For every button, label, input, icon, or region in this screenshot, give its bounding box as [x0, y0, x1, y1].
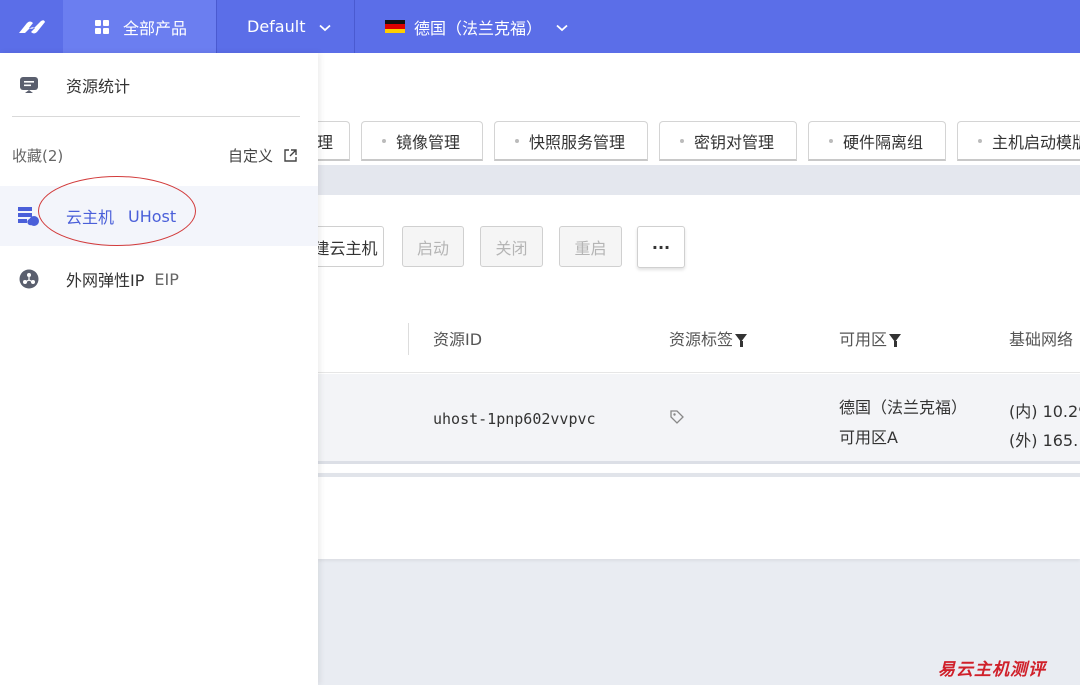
- tab-isolation-group[interactable]: 硬件隔离组: [808, 121, 946, 161]
- region-label: 德国（法兰克福）: [414, 18, 543, 38]
- logo-icon[interactable]: [0, 0, 63, 53]
- region-selector[interactable]: 德国（法兰克福）: [355, 0, 615, 53]
- project-label: Default: [247, 17, 306, 36]
- annotation-circle: [38, 176, 196, 246]
- germany-flag-icon: [385, 20, 405, 33]
- table-header: 资源ID 资源标签 可用区 基础网络: [318, 303, 1080, 373]
- grid-icon: [95, 19, 109, 34]
- header-tags[interactable]: 资源标签: [669, 303, 748, 373]
- tab-label: 主机启动模版: [992, 132, 1080, 152]
- tab-launch-template[interactable]: 主机启动模版: [957, 121, 1080, 161]
- product-sidebar: 资源统计 收藏(2) 自定义 云主机 UHost 外网弹性IP EIP: [0, 53, 318, 685]
- stats-icon: [18, 74, 40, 96]
- table-row[interactable]: uhost-1pnp602vvpvc 德国（法兰克福） 可用区A (内) 10.…: [318, 374, 1080, 464]
- favorites-header: 收藏(2) 自定义: [12, 141, 298, 169]
- more-actions-button[interactable]: ···: [637, 226, 685, 268]
- tab-keypair-management[interactable]: 密钥对管理: [659, 121, 797, 161]
- external-edit-icon: [284, 148, 297, 162]
- server-cloud-icon: [18, 205, 40, 227]
- customize-button[interactable]: 自定义: [228, 145, 298, 166]
- sidebar-item-label: 资源统计: [66, 77, 131, 96]
- tag-icon[interactable]: [669, 409, 685, 429]
- tab-image-management[interactable]: 镜像管理: [361, 121, 483, 161]
- chevron-down-icon: [319, 17, 332, 36]
- tab-label: 理: [317, 132, 334, 152]
- resource-id-cell[interactable]: uhost-1pnp602vvpvc: [433, 410, 596, 428]
- sidebar-item-sub: EIP: [154, 269, 179, 289]
- top-bar: 全部产品 Default 德国（法兰克福）: [0, 0, 1080, 53]
- watermark-text: 易云主机测评: [938, 660, 1046, 680]
- restart-button[interactable]: 重启: [559, 226, 622, 267]
- project-selector[interactable]: Default: [216, 0, 355, 53]
- network-external: (外) 165.1: [1009, 431, 1080, 450]
- tab-label: 密钥对管理: [694, 132, 775, 152]
- start-button[interactable]: 启动: [402, 226, 464, 267]
- zone-line1: 德国（法兰克福）: [839, 398, 968, 417]
- chevron-down-icon: [556, 17, 568, 36]
- create-host-button[interactable]: 建云主机: [308, 226, 384, 267]
- tab-snapshot-service[interactable]: 快照服务管理: [494, 121, 648, 161]
- header-network: 基础网络: [1009, 330, 1074, 349]
- zone-line2: 可用区A: [839, 428, 898, 447]
- header-resource-id: 资源ID: [433, 330, 483, 349]
- header-zone[interactable]: 可用区: [839, 303, 902, 373]
- sidebar-item-eip[interactable]: 外网弹性IP EIP: [0, 249, 318, 309]
- table-footer: [318, 473, 1080, 559]
- all-products-label: 全部产品: [123, 18, 188, 38]
- sidebar-item-stats[interactable]: 资源统计: [0, 55, 318, 115]
- favorites-label: 收藏(2): [12, 146, 64, 165]
- sidebar-item-label: 外网弹性IP: [66, 271, 145, 290]
- all-products-menu[interactable]: 全部产品: [63, 0, 216, 53]
- tab-label: 硬件隔离组: [843, 132, 924, 152]
- main-content: 理 镜像管理 快照服务管理 密钥对管理 硬件隔离组 主机启动模版 建云主机 启动…: [278, 53, 1080, 685]
- network-internal: (内) 10.29: [1009, 402, 1080, 421]
- filter-icon[interactable]: [735, 334, 748, 347]
- filter-icon[interactable]: [889, 334, 902, 347]
- separator-band: [318, 165, 1080, 195]
- tab-label: 镜像管理: [396, 132, 461, 152]
- network-icon: [18, 268, 40, 290]
- stop-button[interactable]: 关闭: [480, 226, 543, 267]
- tab-label: 快照服务管理: [529, 132, 626, 152]
